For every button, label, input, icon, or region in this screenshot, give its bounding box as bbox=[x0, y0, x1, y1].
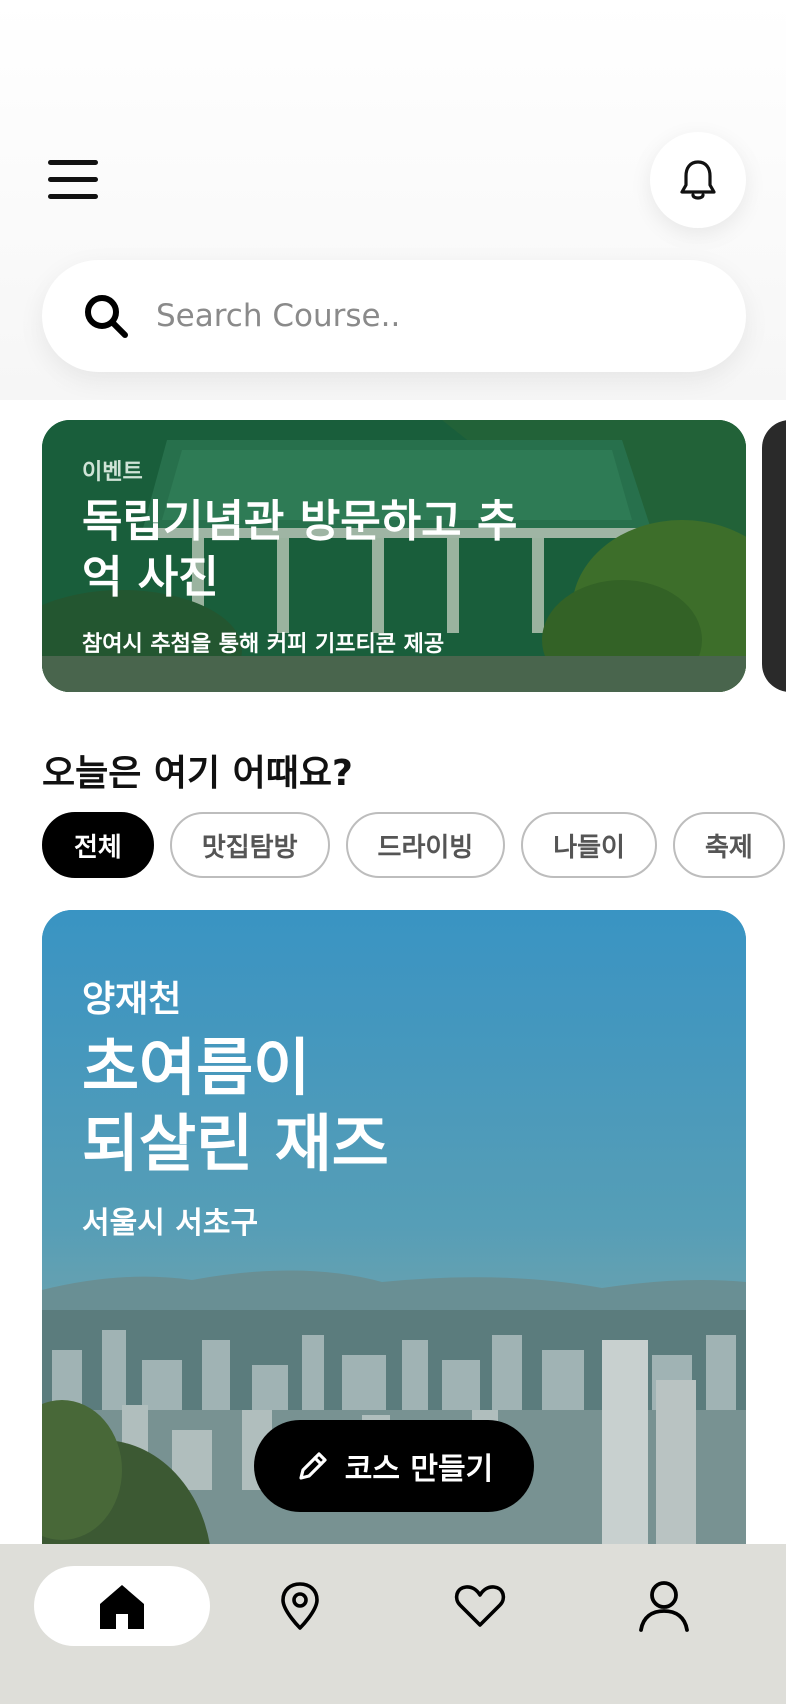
category-chips: 전체 맛집탐방 드라이빙 나들이 축제 bbox=[42, 812, 785, 878]
search-input[interactable] bbox=[156, 298, 676, 334]
bottom-nav bbox=[0, 1544, 786, 1704]
menu-bar bbox=[48, 177, 98, 182]
chip-driving[interactable]: 드라이빙 bbox=[345, 812, 506, 878]
course-area: 양재천 bbox=[82, 979, 182, 1020]
section-title: 오늘은 여기 어때요? bbox=[42, 753, 353, 794]
course-title-line: 되살린 재즈 bbox=[82, 1107, 389, 1180]
next-event-banner[interactable] bbox=[762, 420, 786, 692]
event-banner[interactable]: 이벤트 독립기념관 방문하고 추억 사진 참여시 추첨을 통해 커피 기프티콘 … bbox=[42, 420, 746, 692]
nav-profile[interactable] bbox=[624, 1566, 704, 1646]
course-title: 초여름이 되살린 재즈 bbox=[82, 1030, 389, 1182]
event-tag: 이벤트 bbox=[82, 460, 143, 485]
app-screen: 이벤트 독립기념관 방문하고 추억 사진 참여시 추첨을 통해 커피 기프티콘 … bbox=[0, 0, 786, 1704]
event-subtitle: 참여시 추첨을 통해 커피 기프티콘 제공 bbox=[82, 632, 445, 657]
nav-favorites[interactable] bbox=[440, 1566, 520, 1646]
chip-food-tour[interactable]: 맛집탐방 bbox=[169, 812, 330, 878]
event-title: 독립기념관 방문하고 추억 사진 bbox=[82, 496, 518, 603]
home-icon bbox=[100, 1585, 144, 1629]
map-pin-icon bbox=[281, 1582, 319, 1630]
chip-festival[interactable]: 축제 bbox=[672, 812, 785, 878]
bell-icon bbox=[680, 160, 716, 200]
menu-bar bbox=[48, 160, 98, 165]
menu-icon[interactable] bbox=[46, 158, 100, 202]
heart-icon bbox=[454, 1585, 506, 1627]
user-icon bbox=[639, 1581, 689, 1632]
search-icon bbox=[85, 295, 128, 338]
chip-all[interactable]: 전체 bbox=[42, 812, 154, 878]
create-course-button[interactable]: 코스 만들기 bbox=[254, 1420, 534, 1512]
course-title-line: 초여름이 bbox=[82, 1031, 311, 1104]
event-text: 이벤트 독립기념관 방문하고 추억 사진 참여시 추첨을 통해 커피 기프티콘 … bbox=[82, 454, 552, 658]
notification-button[interactable] bbox=[650, 132, 746, 228]
search-bar[interactable] bbox=[42, 260, 746, 372]
course-text: 양재천 초여름이 되살린 재즈 서울시 서초구 bbox=[82, 970, 389, 1242]
nav-map[interactable] bbox=[260, 1566, 340, 1646]
menu-bar bbox=[48, 194, 98, 199]
course-location: 서울시 서초구 bbox=[82, 1206, 259, 1241]
pencil-icon bbox=[299, 1452, 327, 1480]
create-course-label: 코스 만들기 bbox=[344, 1452, 494, 1487]
nav-home[interactable] bbox=[34, 1566, 210, 1646]
chip-outing[interactable]: 나들이 bbox=[521, 812, 657, 878]
